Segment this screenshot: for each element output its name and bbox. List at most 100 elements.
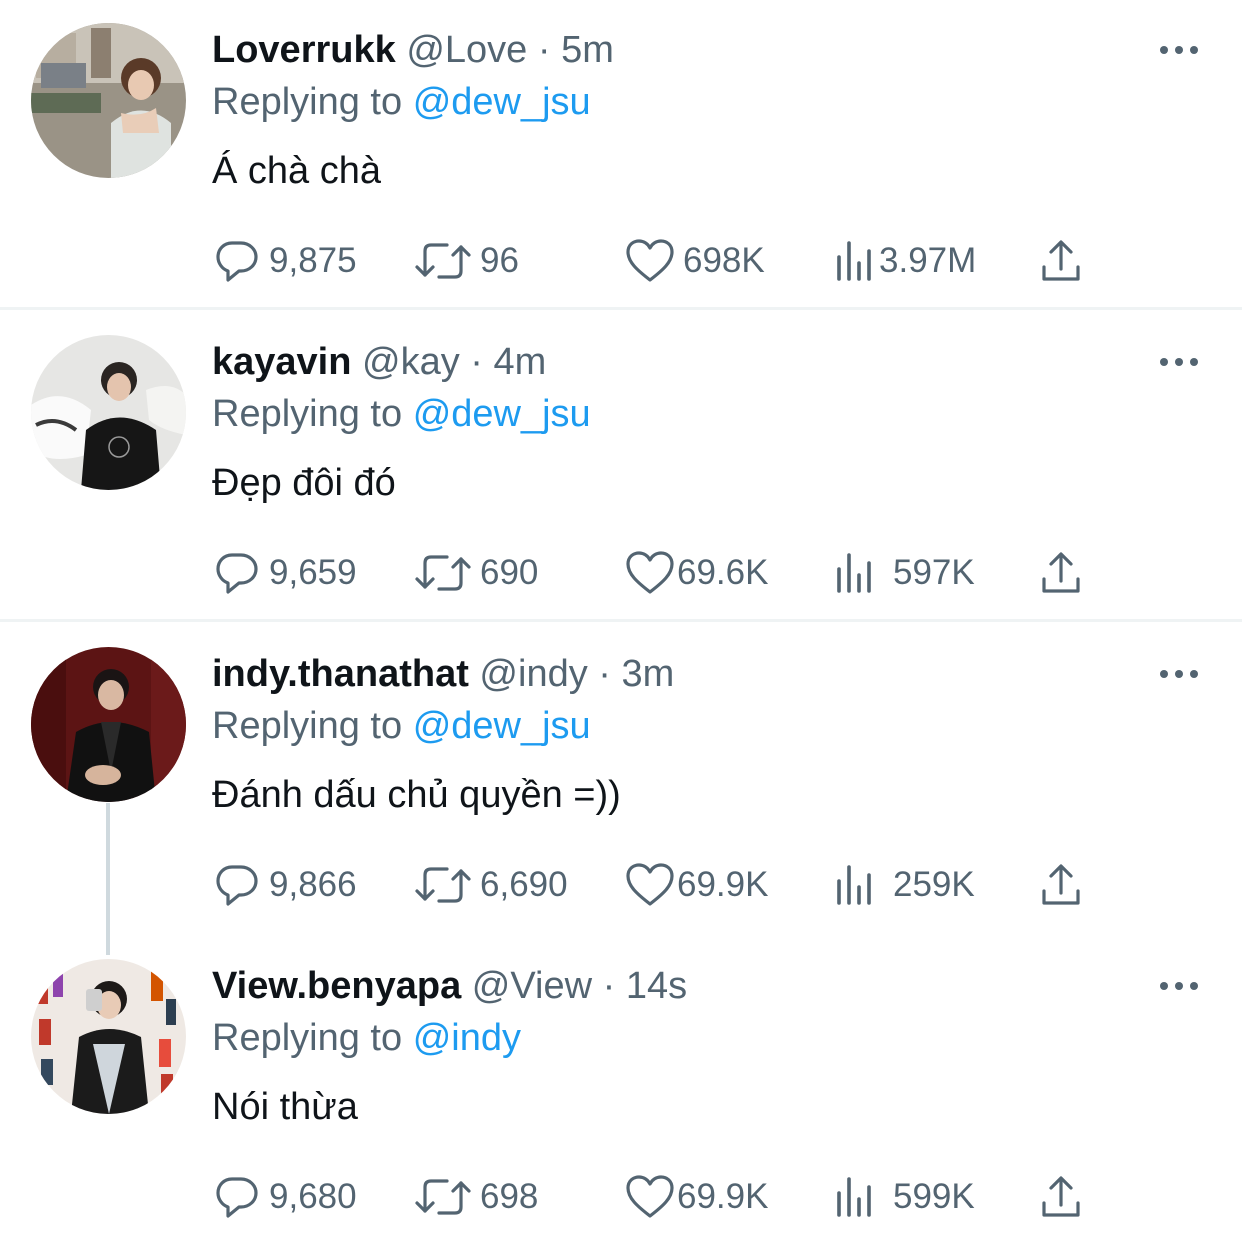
retweet-button[interactable]: 698 (414, 1172, 538, 1222)
tweet-4[interactable]: View.benyapa @View · 14s Replying to @in… (0, 936, 1242, 1241)
views-bar-chart-icon (837, 1177, 871, 1217)
avatar[interactable] (31, 23, 186, 178)
retweet-icon (415, 867, 471, 903)
share-button[interactable] (1040, 860, 1082, 910)
timestamp[interactable]: 5m (561, 29, 614, 71)
tweet-header: View.benyapa @View · 14s (212, 963, 687, 1009)
replying-to: Replying to @dew_jsu (212, 79, 591, 125)
display-name[interactable]: indy.thanathat (212, 653, 469, 695)
views-count: 597K (893, 553, 975, 592)
avatar-photo-icon (31, 335, 186, 490)
display-name[interactable]: Loverrukk (212, 29, 396, 71)
share-button[interactable] (1040, 1172, 1082, 1222)
replying-to-mention[interactable]: @dew_jsu (413, 705, 591, 747)
more-button[interactable] (1157, 664, 1201, 684)
tweet-1[interactable]: Loverrukk @Love · 5m Replying to @dew_js… (0, 0, 1242, 308)
replying-to-mention[interactable]: @indy (413, 1017, 521, 1059)
replying-to: Replying to @dew_jsu (212, 391, 591, 437)
user-handle[interactable]: @Love (406, 29, 527, 71)
reply-bubble-icon (216, 553, 258, 594)
retweet-button[interactable]: 96 (414, 236, 519, 286)
tweet-header: Loverrukk @Love · 5m (212, 27, 614, 73)
reply-button[interactable]: 9,659 (213, 548, 357, 598)
retweet-count: 690 (480, 553, 539, 592)
like-button[interactable]: 69.9K (625, 860, 768, 910)
retweet-count: 6,690 (480, 865, 568, 904)
user-handle[interactable]: @kay (362, 341, 460, 383)
more-horizontal-icon (1160, 670, 1198, 678)
avatar-photo-icon (31, 959, 186, 1114)
views-count: 599K (893, 1177, 975, 1216)
tweet-3[interactable]: indy.thanathat @indy · 3m Replying to @d… (0, 624, 1242, 932)
retweet-count: 698 (480, 1177, 539, 1216)
more-button[interactable] (1157, 352, 1201, 372)
user-handle[interactable]: @View (472, 965, 592, 1007)
timestamp[interactable]: 4m (494, 341, 547, 383)
tweet-text: Đánh dấu chủ quyền =)) (212, 774, 621, 816)
reply-count: 9,659 (269, 553, 357, 592)
views-bar-chart-icon (837, 553, 871, 593)
timestamp[interactable]: 3m (622, 653, 675, 695)
separator-dot: · (598, 653, 611, 695)
like-button[interactable]: 69.9K (625, 1172, 768, 1222)
more-button[interactable] (1157, 40, 1201, 60)
retweet-icon (415, 555, 471, 591)
avatar[interactable] (31, 335, 186, 490)
avatar[interactable] (31, 959, 186, 1114)
share-button[interactable] (1040, 548, 1082, 598)
replying-to-label: Replying to (212, 1017, 403, 1059)
tweet-divider (0, 619, 1242, 622)
thread-connector-line (106, 803, 110, 955)
share-upload-icon (1042, 552, 1080, 593)
like-button[interactable]: 69.6K (625, 548, 768, 598)
tweet-header: indy.thanathat @indy · 3m (212, 651, 674, 697)
tweet-2[interactable]: kayavin @kay · 4m Replying to @dew_jsu Đ… (0, 312, 1242, 620)
like-count: 698K (683, 241, 765, 280)
share-upload-icon (1042, 1176, 1080, 1217)
retweet-icon (415, 1179, 471, 1215)
replying-to-mention[interactable]: @dew_jsu (413, 393, 591, 435)
like-count: 69.9K (677, 865, 769, 904)
more-horizontal-icon (1160, 982, 1198, 990)
heart-icon (626, 551, 674, 594)
reply-button[interactable]: 9,866 (213, 860, 357, 910)
avatar-photo-icon (31, 647, 186, 802)
reply-count: 9,875 (269, 241, 357, 280)
reply-bubble-icon (216, 865, 258, 906)
reply-button[interactable]: 9,680 (213, 1172, 357, 1222)
tweet-actions: 9,680 698 69.9K 599K (0, 1172, 1242, 1222)
retweet-button[interactable]: 690 (414, 548, 538, 598)
replying-to-label: Replying to (212, 393, 403, 435)
like-button[interactable]: 698K (625, 236, 765, 286)
reply-bubble-icon (216, 241, 258, 282)
views-button[interactable]: 597K (835, 548, 975, 598)
views-count: 3.97M (879, 241, 977, 280)
views-button[interactable]: 3.97M (835, 236, 976, 286)
share-button[interactable] (1040, 236, 1082, 286)
share-upload-icon (1042, 240, 1080, 281)
views-bar-chart-icon (837, 865, 871, 905)
share-upload-icon (1042, 864, 1080, 905)
avatar-photo-icon (31, 23, 186, 178)
retweet-button[interactable]: 6,690 (414, 860, 568, 910)
tweet-text: Nói thừa (212, 1086, 358, 1128)
more-button[interactable] (1157, 976, 1201, 996)
user-handle[interactable]: @indy (479, 653, 587, 695)
views-count: 259K (893, 865, 975, 904)
views-bar-chart-icon (837, 241, 871, 281)
replying-to-mention[interactable]: @dew_jsu (413, 81, 591, 123)
display-name[interactable]: View.benyapa (212, 965, 461, 1007)
timestamp[interactable]: 14s (626, 965, 687, 1007)
replying-to: Replying to @indy (212, 1015, 521, 1061)
replying-to: Replying to @dew_jsu (212, 703, 591, 749)
display-name[interactable]: kayavin (212, 341, 351, 383)
views-button[interactable]: 259K (835, 860, 975, 910)
tweet-divider (0, 307, 1242, 310)
views-button[interactable]: 599K (835, 1172, 975, 1222)
tweet-text: Á chà chà (212, 150, 381, 192)
reply-button[interactable]: 9,875 (213, 236, 357, 286)
avatar[interactable] (31, 647, 186, 802)
replying-to-label: Replying to (212, 705, 403, 747)
tweet-actions: 9,866 6,690 69.9K 259K (0, 860, 1242, 910)
tweet-header: kayavin @kay · 4m (212, 339, 546, 385)
